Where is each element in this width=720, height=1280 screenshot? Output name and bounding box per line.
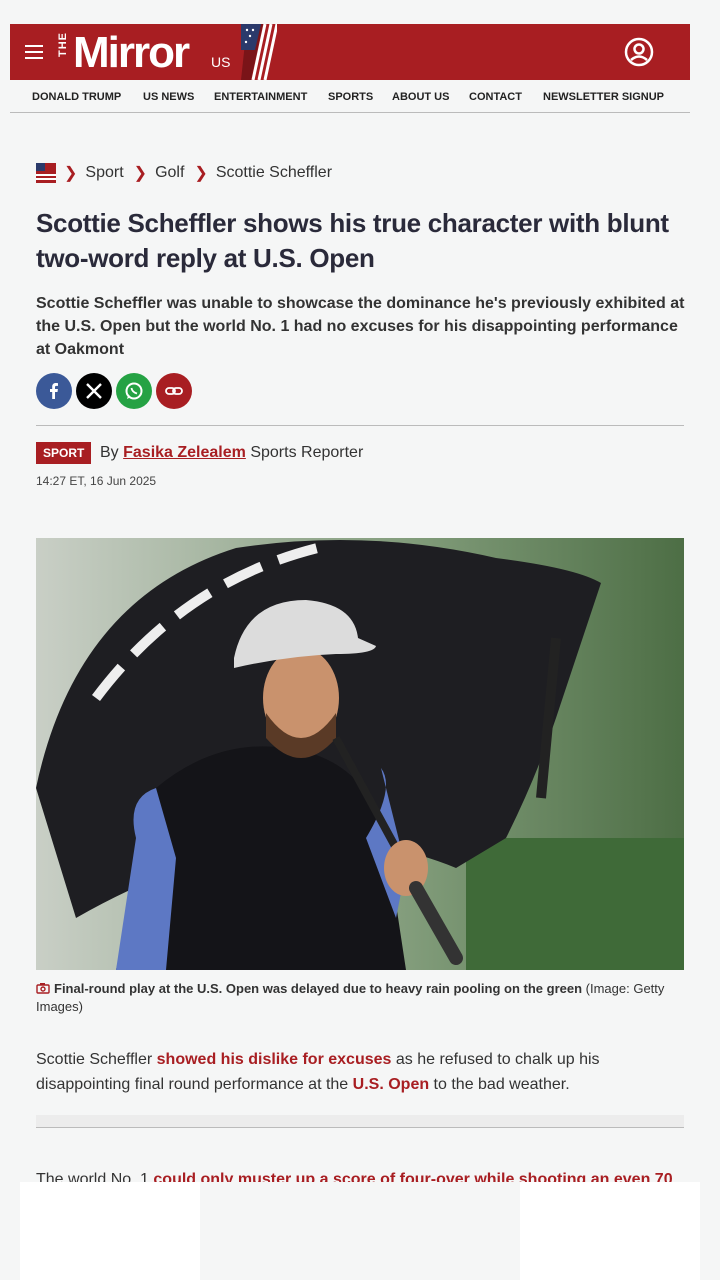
author-link[interactable]: Fasika Zelealem	[123, 444, 246, 461]
camera-icon	[36, 983, 50, 994]
publish-date: 14:27 ET, 16 Jun 2025	[36, 474, 157, 488]
bottom-ad-left	[20, 1182, 200, 1280]
article-paragraph: Scottie Scheffler showed his dislike for…	[36, 1047, 686, 1097]
hero-image[interactable]	[36, 538, 684, 970]
para1-link-excuses[interactable]: showed his dislike for excuses	[157, 1051, 392, 1068]
share-bar	[36, 373, 196, 409]
chevron-right-icon: ❯	[194, 165, 208, 182]
whatsapp-icon[interactable]	[116, 373, 152, 409]
nav-contact[interactable]: CONTACT	[469, 91, 522, 103]
nav-newsletter-signup[interactable]: NEWSLETTER SIGNUP	[543, 91, 664, 103]
para1-link-us-open[interactable]: U.S. Open	[353, 1076, 429, 1093]
nav-entertainment[interactable]: ENTERTAINMENT	[214, 91, 307, 103]
image-caption: Final-round play at the U.S. Open was de…	[36, 980, 686, 1016]
divider	[36, 425, 684, 426]
author-role: Sports Reporter	[250, 444, 364, 461]
nav-us-news[interactable]: US NEWS	[143, 91, 194, 103]
hamburger-icon[interactable]	[25, 45, 43, 59]
nav-donald-trump[interactable]: DONALD TRUMP	[32, 91, 121, 103]
ad-slot	[36, 1115, 684, 1128]
logo-the: THE	[57, 32, 69, 57]
bottom-ad-center	[200, 1182, 520, 1280]
facebook-icon[interactable]	[36, 373, 72, 409]
chevron-right-icon: ❯	[64, 165, 78, 182]
chevron-right-icon: ❯	[133, 165, 148, 182]
para1-text-3: to the bad weather.	[429, 1076, 570, 1093]
para1-text-1: Scottie Scheffler	[36, 1051, 157, 1068]
breadcrumb-sport[interactable]: Sport	[85, 164, 123, 182]
logo-region: US	[211, 54, 231, 70]
user-account-icon[interactable]	[624, 37, 654, 67]
byline-by: By	[100, 444, 119, 461]
article-title: Scottie Scheffler shows his true charact…	[36, 208, 669, 273]
breadcrumb-golf[interactable]: Golf	[155, 164, 184, 182]
section-tag[interactable]: SPORT	[36, 442, 92, 464]
article-subtitle: Scottie Scheffler was unable to showcase…	[36, 295, 685, 358]
caption-text: Final-round play at the U.S. Open was de…	[54, 981, 583, 996]
site-header: THE Mirror US	[10, 24, 690, 80]
breadcrumb-scottie-scheffler[interactable]: Scottie Scheffler	[216, 164, 332, 182]
byline: By Fasika Zelealem Sports Reporter	[100, 444, 363, 462]
breadcrumb: ❯ Sport ❯ Golf ❯ Scottie Scheffler	[36, 162, 342, 184]
nav-about-us[interactable]: ABOUT US	[392, 91, 449, 103]
flag-stripes-icon	[241, 24, 277, 80]
site-logo[interactable]: THE Mirror US	[57, 24, 277, 80]
top-nav: DONALD TRUMP US NEWS ENTERTAINMENT SPORT…	[10, 80, 690, 113]
logo-name: Mirror	[73, 28, 190, 77]
x-icon[interactable]	[76, 373, 112, 409]
bottom-ad-right	[520, 1182, 700, 1280]
nav-sports[interactable]: SPORTS	[328, 91, 373, 103]
link-icon[interactable]	[156, 373, 192, 409]
mirror-flag-icon[interactable]	[36, 163, 56, 183]
